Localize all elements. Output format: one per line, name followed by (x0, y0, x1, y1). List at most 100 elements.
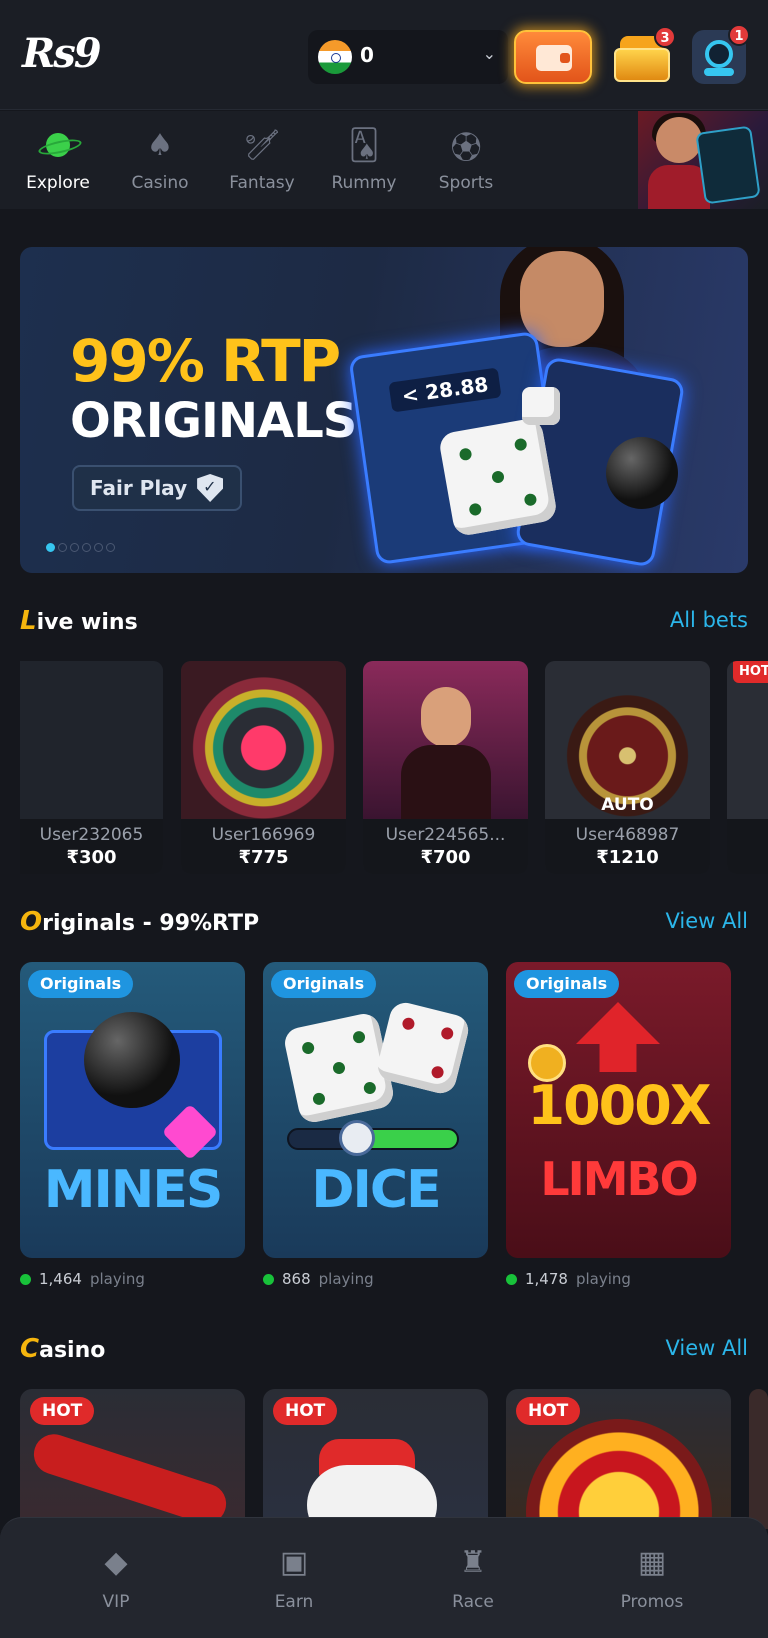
players-count: 1,464 playing (20, 1270, 145, 1288)
live-win-card[interactable]: User166969 ₹775 (181, 661, 346, 874)
support-button[interactable]: 1 (692, 24, 750, 84)
game-card-mines[interactable]: Originals MINES (20, 962, 245, 1258)
cricket-bat-icon: 🏏︎ (242, 127, 282, 163)
win-amount: ₹700 (420, 847, 471, 868)
live-wins-heading: Live wins (20, 606, 138, 636)
tab-explore[interactable]: Explore (8, 125, 108, 193)
airplane-image (28, 1429, 232, 1529)
tab-label: Rummy (331, 173, 397, 193)
carousel-dots[interactable] (46, 543, 115, 552)
balance-selector[interactable]: 0 ⌄ (308, 30, 508, 84)
casino-game-card[interactable]: HOT (263, 1389, 488, 1529)
wallet-button[interactable] (514, 30, 592, 84)
originals-heading: Originals - 99%RTP (20, 907, 260, 937)
hot-badge: HOT (30, 1397, 95, 1425)
spade-icon: ♠ (146, 127, 174, 163)
fair-play-label: Fair Play (90, 476, 188, 500)
tab-fantasy[interactable]: 🏏︎ Fantasy (212, 125, 312, 194)
promo-thumbnail[interactable] (638, 111, 768, 209)
originals-view-all-link[interactable]: View All (665, 909, 748, 933)
bottom-nav-race[interactable]: ♜ Race (403, 1542, 543, 1613)
top-header: Rs9 0 ⌄ 3 1 (0, 0, 768, 110)
tab-label: Sports (438, 173, 494, 193)
trophy-icon: ♜ (459, 1544, 487, 1580)
wallet-icon (536, 45, 572, 71)
hero-artwork: < 28.88 (348, 247, 748, 573)
diamond-icon: ◆ (104, 1544, 128, 1580)
hot-badge: HOT (273, 1397, 338, 1425)
casino-game-card[interactable]: HOT (506, 1389, 731, 1529)
tab-casino[interactable]: ♠ Casino (110, 125, 210, 194)
game-thumbnail (181, 661, 346, 819)
game-thumbnail (363, 661, 528, 819)
model-image (520, 251, 604, 347)
win-amount: ₹300 (66, 847, 117, 868)
carousel-dot[interactable] (46, 543, 55, 552)
win-user: User468987 (575, 825, 680, 845)
gift-icon: ▦ (637, 1544, 667, 1580)
phone-icon (695, 125, 761, 205)
hot-badge: HOT (733, 661, 768, 683)
fair-play-badge: Fair Play (72, 465, 242, 511)
hero-title: 99% RTP (70, 327, 341, 395)
all-bets-link[interactable]: All bets (670, 608, 748, 632)
carousel-dot[interactable] (58, 543, 67, 552)
bomb-icon (84, 1012, 180, 1108)
carousel-dot[interactable] (70, 543, 79, 552)
game-thumbnail: AUTO (545, 661, 710, 819)
bottom-nav-vip[interactable]: ◆ VIP (46, 1542, 186, 1613)
dice-icon (437, 416, 559, 538)
carousel-dot[interactable] (106, 543, 115, 552)
game-card-dice[interactable]: Originals DICE (263, 962, 488, 1258)
hero-banner[interactable]: 99% RTP ORIGINALS Fair Play < 28.88 (20, 247, 748, 573)
money-icon: ▣ (279, 1544, 309, 1580)
bottom-nav-earn[interactable]: ▣ Earn (224, 1542, 364, 1613)
shield-check-icon (197, 474, 224, 502)
game-card-limbo[interactable]: Originals 1000X LIMBO (506, 962, 731, 1258)
bomb-icon (606, 437, 678, 509)
players-count: 868 playing (263, 1270, 374, 1288)
players-count: 1,478 playing (506, 1270, 631, 1288)
bottom-nav-label: Race (452, 1592, 494, 1612)
win-user: User166969 (211, 825, 316, 845)
live-win-card[interactable]: User224565... ₹700 (363, 661, 528, 874)
football-icon: ⚽︎ (451, 131, 481, 166)
casino-view-all-link[interactable]: View All (665, 1336, 748, 1360)
auto-label: AUTO (601, 795, 654, 815)
game-multiplier-title: 1000X (527, 1074, 712, 1137)
win-amount: ₹775 (238, 847, 289, 868)
win-user: User224565... (385, 825, 506, 845)
rewards-chest-button[interactable]: 3 (610, 26, 676, 86)
originals-tag: Originals (271, 970, 377, 998)
tab-sports[interactable]: ⚽︎ Sports (416, 125, 516, 193)
bottom-nav: ◆ VIP ▣ Earn ♜ Race ▦ Promos (0, 1517, 768, 1638)
live-win-card[interactable]: AUTO User468987 ₹1210 (545, 661, 710, 874)
bottom-nav-promos[interactable]: ▦ Promos (582, 1542, 722, 1613)
online-dot-icon (20, 1273, 31, 1285)
online-dot-icon (506, 1273, 517, 1285)
carousel-dot[interactable] (82, 543, 91, 552)
tab-rummy[interactable]: 🂡︎ Rummy (314, 125, 414, 194)
brand-logo[interactable]: Rs9 (22, 30, 102, 77)
carousel-dot[interactable] (94, 543, 103, 552)
balance-value: 0 (360, 43, 374, 67)
planet-icon (37, 125, 79, 165)
live-win-card[interactable]: HOT (727, 661, 768, 874)
cards-icon: 🂡︎ (348, 127, 380, 163)
casino-game-card[interactable]: HOT (20, 1389, 245, 1529)
win-user: User232065 (39, 825, 144, 845)
live-win-card[interactable]: User232065 ₹300 (20, 661, 163, 874)
rewards-badge: 3 (654, 26, 676, 48)
support-agent-icon (705, 40, 733, 68)
category-nav: Explore ♠ Casino 🏏︎ Fantasy 🂡︎ Rummy ⚽︎ … (0, 111, 768, 209)
bottom-nav-label: Earn (274, 1592, 314, 1612)
tab-label: Casino (131, 173, 189, 193)
tab-label: Explore (26, 173, 90, 193)
chevron-down-icon: ⌄ (482, 44, 496, 63)
arrow-up-icon (576, 1002, 660, 1072)
casino-game-card[interactable] (749, 1389, 768, 1529)
hero-subtitle: ORIGINALS (70, 393, 357, 449)
casino-heading: Casino (20, 1334, 106, 1364)
online-dot-icon (263, 1273, 274, 1285)
india-flag-icon (318, 40, 352, 74)
